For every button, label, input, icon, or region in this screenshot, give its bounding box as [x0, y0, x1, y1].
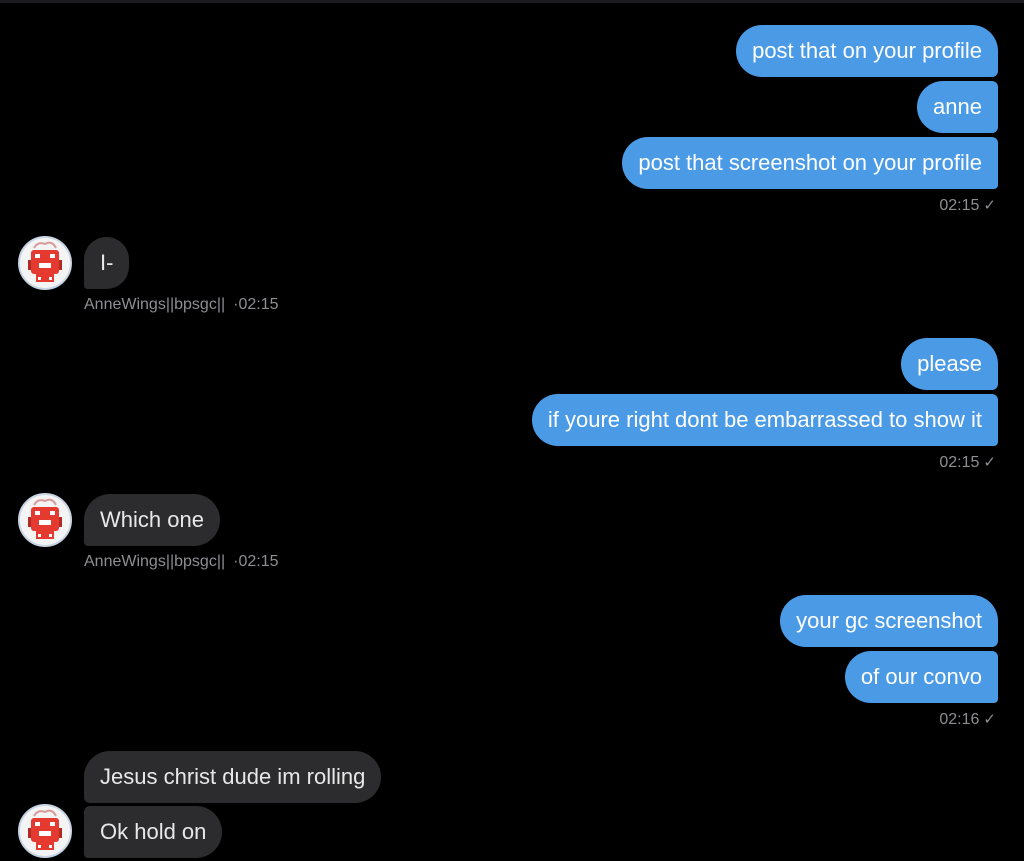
sender-name: AnneWings||bpsgc|| [84, 296, 226, 313]
sender-name: AnneWings||bpsgc|| [84, 553, 226, 570]
sent-message[interactable]: your gc screenshot [780, 595, 998, 647]
received-message[interactable]: Jesus christ dude im rolling [84, 751, 382, 803]
avatar-red-robot-icon[interactable] [18, 493, 72, 547]
sender-meta: AnneWings||bpsgc|| ·02:15 [84, 553, 279, 571]
checkmark-icon: ✓ [983, 711, 996, 728]
timestamp-text: 02:16 [939, 711, 980, 728]
received-message[interactable]: I- [84, 237, 130, 289]
avatar-red-robot-icon[interactable] [18, 236, 72, 290]
received-message[interactable]: Which one [84, 494, 220, 546]
received-message[interactable]: Ok hold on [84, 806, 223, 858]
sent-message[interactable]: please [901, 338, 998, 390]
sent-timestamp: 02:16 ✓ [939, 710, 996, 729]
sent-message[interactable]: anne [917, 81, 998, 133]
timestamp-text: 02:15 [238, 553, 279, 570]
sent-message[interactable]: post that on your profile [736, 25, 998, 77]
avatar-red-robot-icon[interactable] [18, 804, 72, 858]
checkmark-icon: ✓ [983, 197, 996, 214]
sender-meta: AnneWings||bpsgc|| ·02:15 [84, 296, 279, 314]
top-divider [0, 0, 1024, 3]
sent-message[interactable]: post that screenshot on your profile [622, 137, 998, 189]
sent-message[interactable]: if youre right dont be embarrassed to sh… [531, 394, 998, 446]
sent-message[interactable]: of our convo [844, 651, 998, 703]
sent-timestamp: 02:15 ✓ [939, 453, 996, 472]
sent-timestamp: 02:15 ✓ [939, 196, 996, 215]
timestamp-text: 02:15 [939, 197, 980, 214]
timestamp-text: 02:15 [939, 454, 980, 471]
checkmark-icon: ✓ [983, 454, 996, 471]
timestamp-text: 02:15 [238, 296, 279, 313]
